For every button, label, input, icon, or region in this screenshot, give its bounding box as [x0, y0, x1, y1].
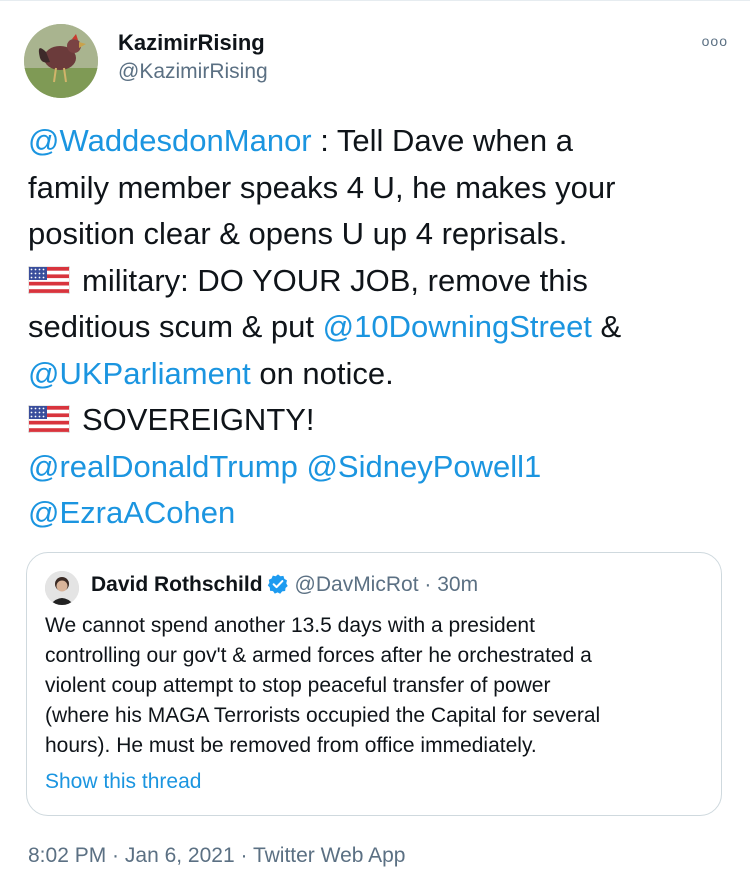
- quoted-tweet-time[interactable]: 30m: [437, 573, 478, 596]
- quoted-tweet-card[interactable]: David Rothschild @DavMicRot · 30m We cann…: [26, 552, 722, 816]
- timestamp-separator: ·: [234, 844, 253, 867]
- rooster-avatar-image: [24, 24, 98, 98]
- tweet-text-segment: SOVEREIGNTY!: [82, 402, 315, 437]
- mention-link[interactable]: @WaddesdonManor: [28, 123, 312, 158]
- tweet-text-line: family member speaks 4 U, he makes your: [28, 165, 728, 212]
- tweet-text-segment: family member speaks 4 U, he makes your: [28, 169, 616, 205]
- quoted-author-avatar[interactable]: [45, 571, 79, 605]
- tweet-text-line: @EzraACohen: [28, 490, 728, 537]
- quoted-text-line: (where his MAGA Terrorists occupied the …: [45, 704, 601, 727]
- tweet-text: @WaddesdonManor : Tell Dave when a family…: [28, 118, 728, 537]
- mention-link[interactable]: @SidneyPowell1: [306, 449, 541, 484]
- tweet-timestamp: 8:02 PM · Jan 6, 2021 · Twitter Web App: [28, 844, 405, 868]
- quoted-text-line: We cannot spend another 13.5 days with a…: [45, 614, 535, 637]
- tweet-text-line: SOVEREIGNTY!: [28, 397, 728, 444]
- tweet-text-segment: &: [591, 309, 622, 344]
- quoted-text-line: controlling our gov't & armed forces aft…: [45, 644, 592, 667]
- tweet-text-line: seditious scum & put @10DowningStreet &: [28, 304, 728, 351]
- tweet-text-line: @realDonaldTrump @SidneyPowell1: [28, 444, 728, 491]
- quoted-text-line: hours). He must be removed from office i…: [45, 734, 537, 757]
- mention-link[interactable]: @10DowningStreet: [323, 309, 592, 344]
- tweet-date[interactable]: Jan 6, 2021: [125, 844, 235, 867]
- more-options-icon[interactable]: ooo: [702, 33, 728, 49]
- person-avatar-image: [45, 571, 79, 605]
- timestamp-separator: ·: [106, 844, 125, 867]
- mention-link[interactable]: @realDonaldTrump: [28, 449, 298, 484]
- verified-badge-icon: [267, 574, 288, 594]
- tweet-text-segment: military: DO YOUR JOB, remove this: [82, 262, 588, 298]
- us-flag-emoji-icon: [28, 405, 70, 433]
- tweet-text-line: @UKParliament on notice.: [28, 351, 728, 398]
- mention-link[interactable]: @UKParliament: [28, 356, 251, 391]
- quoted-text-line: violent coup attempt to stop peaceful tr…: [45, 674, 551, 697]
- quoted-tweet-text: We cannot spend another 13.5 days with a…: [45, 611, 715, 761]
- tweet-text-segment: seditious scum & put: [28, 309, 323, 344]
- tweet-text-line: @WaddesdonManor : Tell Dave when a: [28, 118, 728, 165]
- quoted-tweet-header: David Rothschild @DavMicRot · 30m: [91, 573, 478, 597]
- tweet-text-line: military: DO YOUR JOB, remove this: [28, 258, 728, 305]
- quoted-author-handle[interactable]: @DavMicRot: [295, 573, 419, 596]
- quoted-meta-separator: ·: [418, 573, 438, 596]
- tweet-text-segment: position clear & opens U up 4 reprisals.: [28, 216, 568, 251]
- show-thread-link[interactable]: Show this thread: [45, 770, 201, 794]
- author-avatar[interactable]: [24, 24, 98, 98]
- tweet-time[interactable]: 8:02 PM: [28, 844, 106, 867]
- tweet-source[interactable]: Twitter Web App: [253, 844, 406, 867]
- mention-link[interactable]: @EzraACohen: [28, 495, 235, 530]
- us-flag-emoji-icon: [28, 265, 70, 294]
- tweet-text-segment: : Tell Dave when a: [311, 123, 573, 158]
- top-divider: [0, 0, 750, 1]
- tweet-text-segment: on notice.: [250, 355, 394, 391]
- author-handle[interactable]: @KazimirRising: [118, 60, 268, 84]
- tweet-text-line: position clear & opens U up 4 reprisals.: [28, 211, 728, 258]
- quoted-author-name[interactable]: David Rothschild: [91, 573, 263, 596]
- author-display-name[interactable]: KazimirRising: [118, 30, 265, 56]
